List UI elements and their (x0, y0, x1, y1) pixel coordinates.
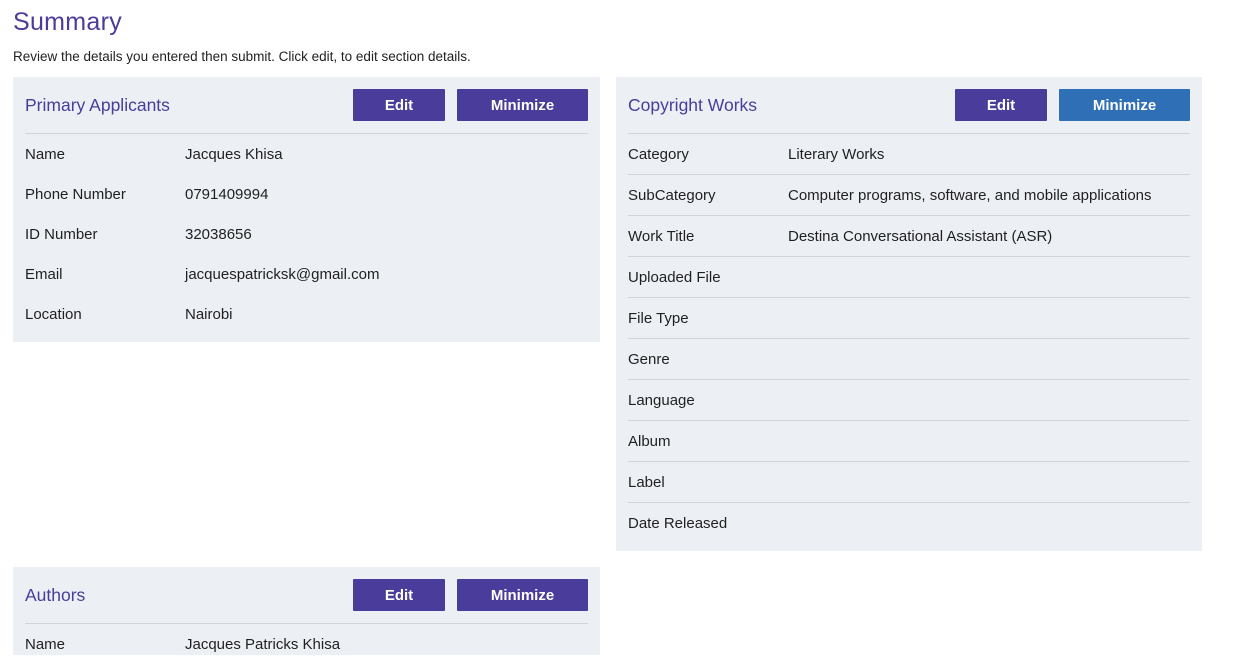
primary-applicants-details: Name Jacques Khisa Phone Number 07914099… (25, 134, 588, 334)
detail-label: Category (628, 145, 689, 163)
detail-label: ID Number (25, 225, 98, 243)
copyright-works-edit-button[interactable]: Edit (955, 89, 1047, 121)
primary-applicants-card: Primary Applicants Edit Minimize Name Ja… (13, 77, 600, 342)
detail-value: Nairobi (185, 305, 233, 323)
detail-label: Phone Number (25, 185, 126, 203)
detail-row-subcategory: SubCategory Computer programs, software,… (628, 175, 1190, 216)
primary-applicants-title: Primary Applicants (25, 94, 170, 115)
detail-label: Genre (628, 350, 670, 368)
detail-label: Uploaded File (628, 268, 721, 286)
copyright-works-actions: Edit Minimize (955, 89, 1190, 121)
copyright-works-details: Category Literary Works SubCategory Comp… (628, 134, 1190, 543)
detail-label: Date Released (628, 514, 728, 532)
authors-title: Authors (25, 584, 86, 605)
authors-edit-button[interactable]: Edit (353, 579, 445, 611)
detail-value: Jacques Khisa (185, 145, 283, 163)
detail-row-genre: Genre (628, 339, 1190, 380)
page-title: Summary (13, 8, 123, 36)
copyright-works-card: Copyright Works Edit Minimize Category L… (616, 77, 1202, 551)
detail-label: Work Title (628, 227, 695, 245)
detail-label: SubCategory (628, 186, 716, 204)
detail-label: Name (25, 145, 66, 163)
detail-value: Destina Conversational Assistant (ASR) (788, 227, 1053, 245)
page-subtitle: Review the details you entered then subm… (13, 49, 471, 64)
detail-row-uploaded-file: Uploaded File (628, 257, 1190, 298)
primary-applicants-actions: Edit Minimize (353, 89, 588, 121)
authors-actions: Edit Minimize (353, 579, 588, 611)
detail-row-language: Language (628, 380, 1190, 421)
detail-row-location: Location Nairobi (25, 294, 588, 334)
authors-card: Authors Edit Minimize Name Jacques Patri… (13, 567, 600, 655)
copyright-works-minimize-button[interactable]: Minimize (1059, 89, 1190, 121)
detail-row-work-title: Work Title Destina Conversational Assist… (628, 216, 1190, 257)
primary-applicants-minimize-button[interactable]: Minimize (457, 89, 588, 121)
detail-label: Language (628, 391, 695, 409)
detail-row-album: Album (628, 421, 1190, 462)
detail-value: 0791409994 (185, 185, 269, 203)
detail-row-label: Label (628, 462, 1190, 503)
detail-value: 32038656 (185, 225, 252, 243)
detail-label: Label (628, 473, 665, 491)
authors-header: Authors Edit Minimize (25, 567, 588, 624)
primary-applicants-header: Primary Applicants Edit Minimize (25, 77, 588, 134)
detail-value: Jacques Patricks Khisa (185, 635, 341, 653)
detail-value: Literary Works (788, 145, 885, 163)
detail-row-date-released: Date Released (628, 503, 1190, 543)
authors-details: Name Jacques Patricks Khisa (25, 624, 588, 664)
detail-label: File Type (628, 309, 689, 327)
detail-row-phone: Phone Number 0791409994 (25, 174, 588, 214)
detail-value: Computer programs, software, and mobile … (788, 186, 1152, 204)
detail-row-name: Name Jacques Khisa (25, 134, 588, 174)
detail-label: Name (25, 635, 66, 653)
copyright-works-title: Copyright Works (628, 94, 758, 115)
detail-row-category: Category Literary Works (628, 134, 1190, 175)
authors-minimize-button[interactable]: Minimize (457, 579, 588, 611)
detail-row-file-type: File Type (628, 298, 1190, 339)
detail-row-email: Email jacquespatricksk@gmail.com (25, 254, 588, 294)
detail-row-author-name: Name Jacques Patricks Khisa (25, 624, 588, 664)
detail-label: Album (628, 432, 671, 450)
primary-applicants-edit-button[interactable]: Edit (353, 89, 445, 121)
detail-value: jacquespatricksk@gmail.com (185, 265, 380, 283)
detail-label: Email (25, 265, 63, 283)
detail-label: Location (25, 305, 82, 323)
detail-row-id-number: ID Number 32038656 (25, 214, 588, 254)
copyright-works-header: Copyright Works Edit Minimize (628, 77, 1190, 134)
